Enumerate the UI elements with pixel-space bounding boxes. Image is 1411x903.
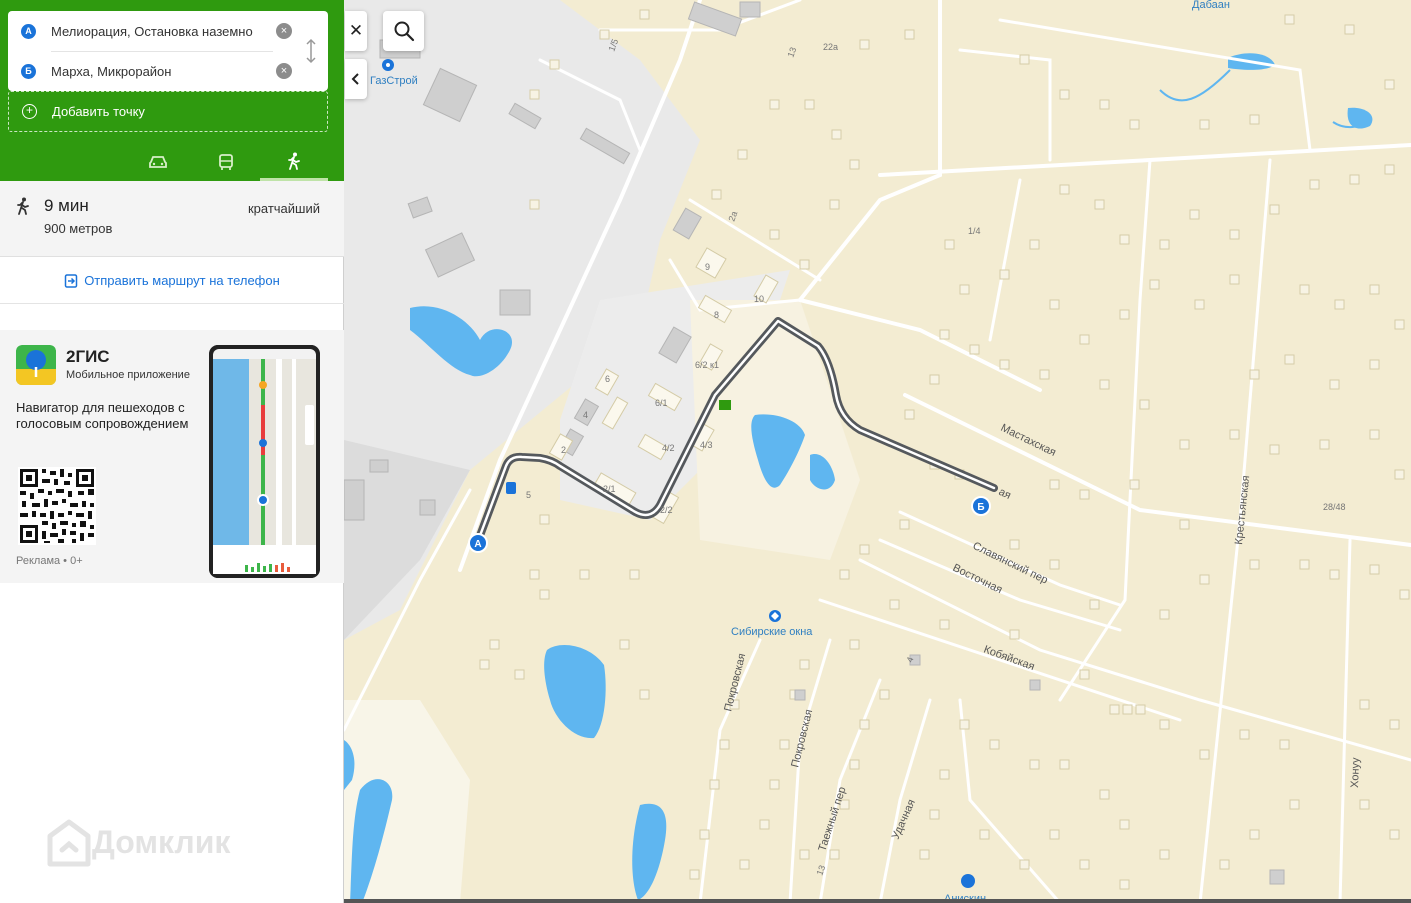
map-search-button[interactable] xyxy=(383,11,424,51)
waypoint-a-input[interactable]: Мелиорация, Остановка наземно xyxy=(51,24,261,39)
close-icon: ✕ xyxy=(348,21,364,40)
car-icon xyxy=(149,156,167,168)
route-duration: 9 мин xyxy=(44,196,89,215)
collapse-panel-button[interactable] xyxy=(345,59,367,99)
svg-text:6: 6 xyxy=(605,374,610,384)
chevron-left-icon xyxy=(351,73,359,85)
phone-screenshot xyxy=(209,345,320,578)
waypoint-a[interactable]: А Мелиорация, Остановка наземно × xyxy=(8,11,308,51)
svg-text:5: 5 xyxy=(526,490,531,500)
search-icon xyxy=(394,21,414,42)
label-gasstroy: ГазСтрой xyxy=(370,75,418,87)
waypoint-a-badge: А xyxy=(21,23,36,39)
close-icon: × xyxy=(280,24,288,37)
2gis-logo-icon xyxy=(16,345,56,385)
close-route-button[interactable]: ✕ xyxy=(345,11,367,51)
ad-banner[interactable]: 2ГИС Мобильное приложение Навигатор для … xyxy=(0,330,344,583)
shop-icon xyxy=(719,400,731,410)
walk-icon xyxy=(17,197,29,215)
svg-text:4/3: 4/3 xyxy=(700,440,713,450)
domklik-logo-icon xyxy=(47,819,91,867)
route-summary[interactable]: 9 мин 900 метров кратчайший xyxy=(0,181,344,257)
swap-points-button[interactable] xyxy=(304,37,318,65)
route-header: А Мелиорация, Остановка наземно × Б Марх… xyxy=(0,0,344,181)
close-icon: × xyxy=(280,64,288,77)
ad-description: Навигатор для пешеходов с голосовым сопр… xyxy=(16,400,189,431)
route-inputs: А Мелиорация, Остановка наземно × Б Марх… xyxy=(8,11,328,91)
ad-label: Реклама • 0+ xyxy=(16,555,83,567)
label-sibirskie: Сибирские окна xyxy=(731,626,813,638)
clear-waypoint-a-button[interactable]: × xyxy=(276,23,292,39)
add-point-button[interactable]: + Добавить точку xyxy=(8,91,328,132)
svg-text:6/2 к1: 6/2 к1 xyxy=(695,360,719,370)
bottom-border xyxy=(344,899,1411,903)
waypoint-b[interactable]: Б Марха, Микрорайон × xyxy=(8,51,308,91)
route-tag: кратчайший xyxy=(247,201,320,216)
label-dabaan: Дабаан xyxy=(1192,0,1230,11)
bus-stop-icon xyxy=(506,482,516,494)
domklik-watermark: Домклик xyxy=(46,816,230,868)
clear-waypoint-b-button[interactable]: × xyxy=(276,63,292,79)
svg-text:28/48: 28/48 xyxy=(1323,502,1346,512)
svg-text:22а: 22а xyxy=(823,42,838,52)
svg-text:Б: Б xyxy=(977,502,984,513)
restaurant-icon xyxy=(961,874,975,888)
plus-circle-icon: + xyxy=(22,104,37,119)
svg-text:1/4: 1/4 xyxy=(968,226,981,236)
svg-text:6/1: 6/1 xyxy=(655,398,668,408)
svg-text:4/2: 4/2 xyxy=(662,443,675,453)
mode-public-transport-tab[interactable] xyxy=(192,143,260,181)
svg-text:4: 4 xyxy=(583,410,588,420)
watermark-text: Домклик xyxy=(92,823,231,860)
svg-text:8: 8 xyxy=(714,310,719,320)
waypoint-b-badge: Б xyxy=(21,63,36,79)
ad-brand: 2ГИС xyxy=(66,347,110,366)
send-to-phone-icon xyxy=(64,273,78,288)
transport-modes xyxy=(124,143,328,181)
bus-icon xyxy=(219,154,233,170)
route-sidebar: А Мелиорация, Остановка наземно × Б Марх… xyxy=(0,0,344,903)
ad-subtitle: Мобильное приложение xyxy=(66,369,190,381)
svg-text:9: 9 xyxy=(705,262,710,272)
route-distance: 900 метров xyxy=(44,221,113,236)
waypoint-b-input[interactable]: Марха, Микрорайон xyxy=(51,64,261,79)
svg-text:А: А xyxy=(474,539,481,550)
svg-text:2/1: 2/1 xyxy=(603,484,616,494)
add-point-label: Добавить точку xyxy=(52,104,145,119)
swap-arrows-icon xyxy=(306,38,316,64)
walk-icon xyxy=(288,152,300,170)
svg-text:10: 10 xyxy=(754,294,764,304)
svg-text:2/2: 2/2 xyxy=(660,505,673,515)
map[interactable]: А Б Дабаан ГазСтрой Мастахская ая Славян… xyxy=(344,0,1411,903)
marker-b[interactable]: Б xyxy=(971,496,991,516)
send-to-phone-button[interactable]: Отправить маршрут на телефон xyxy=(0,258,344,304)
marker-a[interactable]: А xyxy=(468,533,488,553)
send-to-phone-label: Отправить маршрут на телефон xyxy=(84,273,280,288)
qr-code-icon xyxy=(18,467,96,545)
label-khonuu: Хонуу xyxy=(1349,757,1362,788)
mode-car-tab[interactable] xyxy=(124,143,192,181)
svg-text:2: 2 xyxy=(561,445,566,455)
mode-walk-tab[interactable] xyxy=(260,143,328,181)
